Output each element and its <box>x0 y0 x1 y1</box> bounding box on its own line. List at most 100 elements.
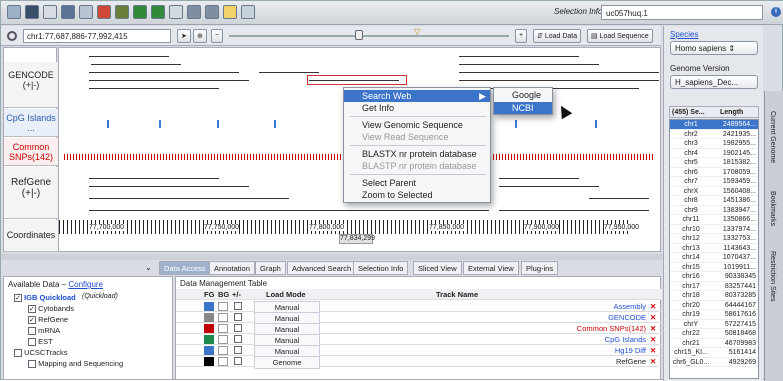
gene-model[interactable] <box>459 64 599 65</box>
bg-color-swatch[interactable] <box>218 302 228 311</box>
fg-color-swatch[interactable] <box>204 313 214 322</box>
gene-model[interactable] <box>499 186 599 187</box>
menu-select-parent[interactable]: Select Parent <box>344 177 490 189</box>
side-tab-bookmarks[interactable]: Bookmarks <box>769 191 776 226</box>
strand-checkbox[interactable] <box>234 302 242 310</box>
dmt-column-header[interactable]: BG <box>218 289 229 300</box>
home-icon[interactable] <box>241 5 255 19</box>
cpg-island[interactable] <box>274 120 276 128</box>
remove-track-icon[interactable]: ✕ <box>650 323 656 334</box>
zoom-in-button[interactable]: + <box>515 29 528 43</box>
location-input[interactable]: chr1:77,687,886-77,992,415 <box>23 29 171 43</box>
bg-color-swatch[interactable] <box>218 346 228 355</box>
dmt-column-header[interactable]: Track Name <box>436 289 478 300</box>
chrom-row[interactable]: chr20 64444167 <box>670 301 758 310</box>
select-tool-button[interactable]: ➤ <box>177 29 191 43</box>
chrom-row[interactable]: chr11 1350866... <box>670 215 758 225</box>
remove-track-icon[interactable]: ✕ <box>650 334 656 345</box>
tab-sliced-view[interactable]: Sliced View <box>413 261 462 275</box>
menu-search-web[interactable]: Search Web ▶ <box>344 90 490 102</box>
chrom-col-length[interactable]: Length <box>720 109 743 116</box>
fg-color-swatch[interactable] <box>204 324 214 333</box>
info-icon[interactable]: i <box>771 7 781 17</box>
save-icon[interactable] <box>25 5 39 19</box>
cpg-island[interactable] <box>515 120 517 128</box>
chrom-row[interactable]: chr8 1451386... <box>670 196 758 206</box>
track-name-cell[interactable]: RefGene <box>326 356 646 367</box>
track-name-cell[interactable]: CpG Islands <box>326 334 646 345</box>
bg-color-swatch[interactable] <box>218 357 228 366</box>
chrom-row[interactable]: chr15 1019911... <box>670 263 758 272</box>
menu-google[interactable]: Google <box>494 89 552 101</box>
clamp-icon[interactable] <box>43 5 57 19</box>
gene-model[interactable] <box>89 80 249 81</box>
checkbox[interactable] <box>28 360 36 369</box>
cpg-island[interactable] <box>595 120 597 128</box>
bg-color-swatch[interactable] <box>218 324 228 333</box>
species-label[interactable]: Species <box>670 30 698 39</box>
menu-zoom-selected[interactable]: Zoom to Selected <box>344 189 490 201</box>
dmt-row[interactable]: Genome RefGene ✕ <box>176 356 662 369</box>
menu-get-info[interactable]: Get Info <box>344 102 490 114</box>
load-data-button[interactable]: ⇵ Load Data <box>533 29 582 43</box>
strand-checkbox[interactable] <box>234 324 242 332</box>
tab-data-access[interactable]: Data Access <box>159 261 211 275</box>
fg-color-swatch[interactable] <box>204 302 214 311</box>
gene-model[interactable] <box>459 56 579 57</box>
track-label-coordinates[interactable]: Coordinates <box>4 220 58 252</box>
dmt-column-header[interactable]: FG <box>204 289 214 300</box>
gene-model[interactable] <box>89 72 239 73</box>
chrom-col-name[interactable]: (455) Se... <box>672 109 705 116</box>
fg-color-swatch[interactable] <box>204 357 214 366</box>
strand-checkbox[interactable] <box>234 313 242 321</box>
comment-icon[interactable] <box>223 5 237 19</box>
chrom-row[interactable]: chr6 1708059... <box>670 168 758 177</box>
zoom-slider[interactable] <box>229 35 509 37</box>
track-label-cpg[interactable]: CpG Islands ... <box>4 109 58 137</box>
chrom-row[interactable]: chr10 1337974... <box>670 225 758 234</box>
gene-model[interactable] <box>89 198 289 199</box>
search-icon[interactable] <box>7 31 17 41</box>
menu-view-read[interactable]: View Read Sequence <box>344 131 490 143</box>
gene-model[interactable] <box>89 186 249 187</box>
menu-blastx[interactable]: BLASTX nr protein database <box>344 148 490 160</box>
data-tree-item[interactable]: mRNA <box>28 326 60 336</box>
chrom-row[interactable]: chr22 50818468 <box>670 329 758 339</box>
gene-model[interactable] <box>89 210 309 211</box>
chrom-row[interactable]: chrX 1560408... <box>670 187 758 196</box>
checkbox[interactable]: ✓ <box>28 305 36 314</box>
chrom-row[interactable]: chr9 1383947... <box>670 206 758 215</box>
checkbox[interactable]: ✓ <box>14 294 22 303</box>
track-label-gencode[interactable]: GENCODE (+|-) <box>4 62 58 108</box>
grid2-icon[interactable] <box>205 5 219 19</box>
strand-checkbox[interactable] <box>234 357 242 365</box>
chrom-row[interactable]: chr12 1332753... <box>670 234 758 244</box>
chrom-row[interactable]: chr21 46709983 <box>670 339 758 348</box>
track-name-cell[interactable]: Assembly <box>326 301 646 312</box>
selection-info-field[interactable]: uc057huq.1 <box>601 5 763 20</box>
chrom-row[interactable]: chr14 1070437... <box>670 253 758 263</box>
tab-external-view[interactable]: External View <box>463 261 519 275</box>
fit-icon[interactable] <box>169 5 183 19</box>
data-tree-item[interactable]: EST <box>28 337 53 347</box>
dmt-row[interactable]: Manual Common SNPs(142) ✕ <box>176 323 662 336</box>
track-name-cell[interactable]: Common SNPs(142) <box>326 323 646 334</box>
zoom-out-button[interactable]: − <box>211 29 224 43</box>
stop-icon[interactable] <box>97 5 111 19</box>
checkbox[interactable]: ✓ <box>28 316 36 325</box>
configure-link[interactable]: Configure <box>68 280 103 289</box>
fg-color-swatch[interactable] <box>204 335 214 344</box>
gene-model[interactable] <box>279 210 489 211</box>
menu-blastp[interactable]: BLASTP nr protein database <box>344 160 490 172</box>
load-sequence-button[interactable]: ▤ Load Sequence <box>587 29 653 43</box>
side-tab-current-genome[interactable]: Current Genome <box>769 111 776 163</box>
tab-advanced-search[interactable]: Advanced Search <box>287 261 357 275</box>
checkbox[interactable] <box>14 349 22 358</box>
chrom-row[interactable]: chr16 90338345 <box>670 272 758 282</box>
gene-model[interactable] <box>589 198 649 199</box>
checkbox[interactable] <box>28 338 36 347</box>
chrom-row[interactable]: chr13 1143643... <box>670 244 758 253</box>
track-name-cell[interactable]: Hg19 Diff <box>326 345 646 356</box>
print-icon[interactable] <box>7 5 21 19</box>
selected-gene-box[interactable] <box>307 75 407 85</box>
